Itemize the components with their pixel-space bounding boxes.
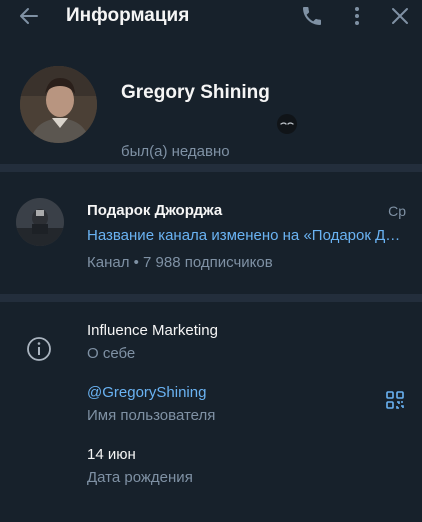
personal-channel-card[interactable]: Подарок Джорджа Ср Название канала измен… [0, 172, 422, 294]
username-value[interactable]: @GregoryShining [87, 384, 206, 401]
more-vertical-icon[interactable] [345, 4, 369, 28]
info-icon [26, 336, 52, 362]
emoji-status-icon[interactable] [277, 114, 297, 134]
profile-section: Gregory Shining был(а) недавно [0, 32, 422, 164]
top-bar: Информация [0, 0, 422, 32]
profile-status: был(а) недавно [121, 143, 230, 160]
channel-last-message: Название канала изменено на «Подарок Джо… [87, 227, 405, 244]
profile-avatar[interactable] [20, 66, 97, 143]
back-arrow-icon[interactable] [17, 4, 41, 28]
channel-name: Подарок Джорджа [87, 202, 223, 219]
birthday-value: 14 июн [87, 446, 136, 463]
close-icon[interactable] [388, 4, 412, 28]
info-section: Influence Marketing О себе @GregoryShini… [0, 302, 422, 522]
section-divider [0, 294, 422, 302]
username-label: Имя пользователя [87, 407, 216, 424]
channel-time: Ср [388, 203, 406, 219]
profile-name: Gregory Shining [121, 82, 270, 103]
birthday-label: Дата рождения [87, 469, 193, 486]
bio-value: Influence Marketing [87, 322, 218, 339]
qr-code-icon[interactable] [386, 391, 404, 409]
channel-avatar [16, 198, 64, 246]
page-title: Информация [66, 5, 190, 26]
phone-icon[interactable] [300, 4, 324, 28]
channel-meta: Канал • 7 988 подписчиков [87, 254, 273, 271]
bio-label: О себе [87, 345, 136, 362]
section-divider [0, 164, 422, 172]
